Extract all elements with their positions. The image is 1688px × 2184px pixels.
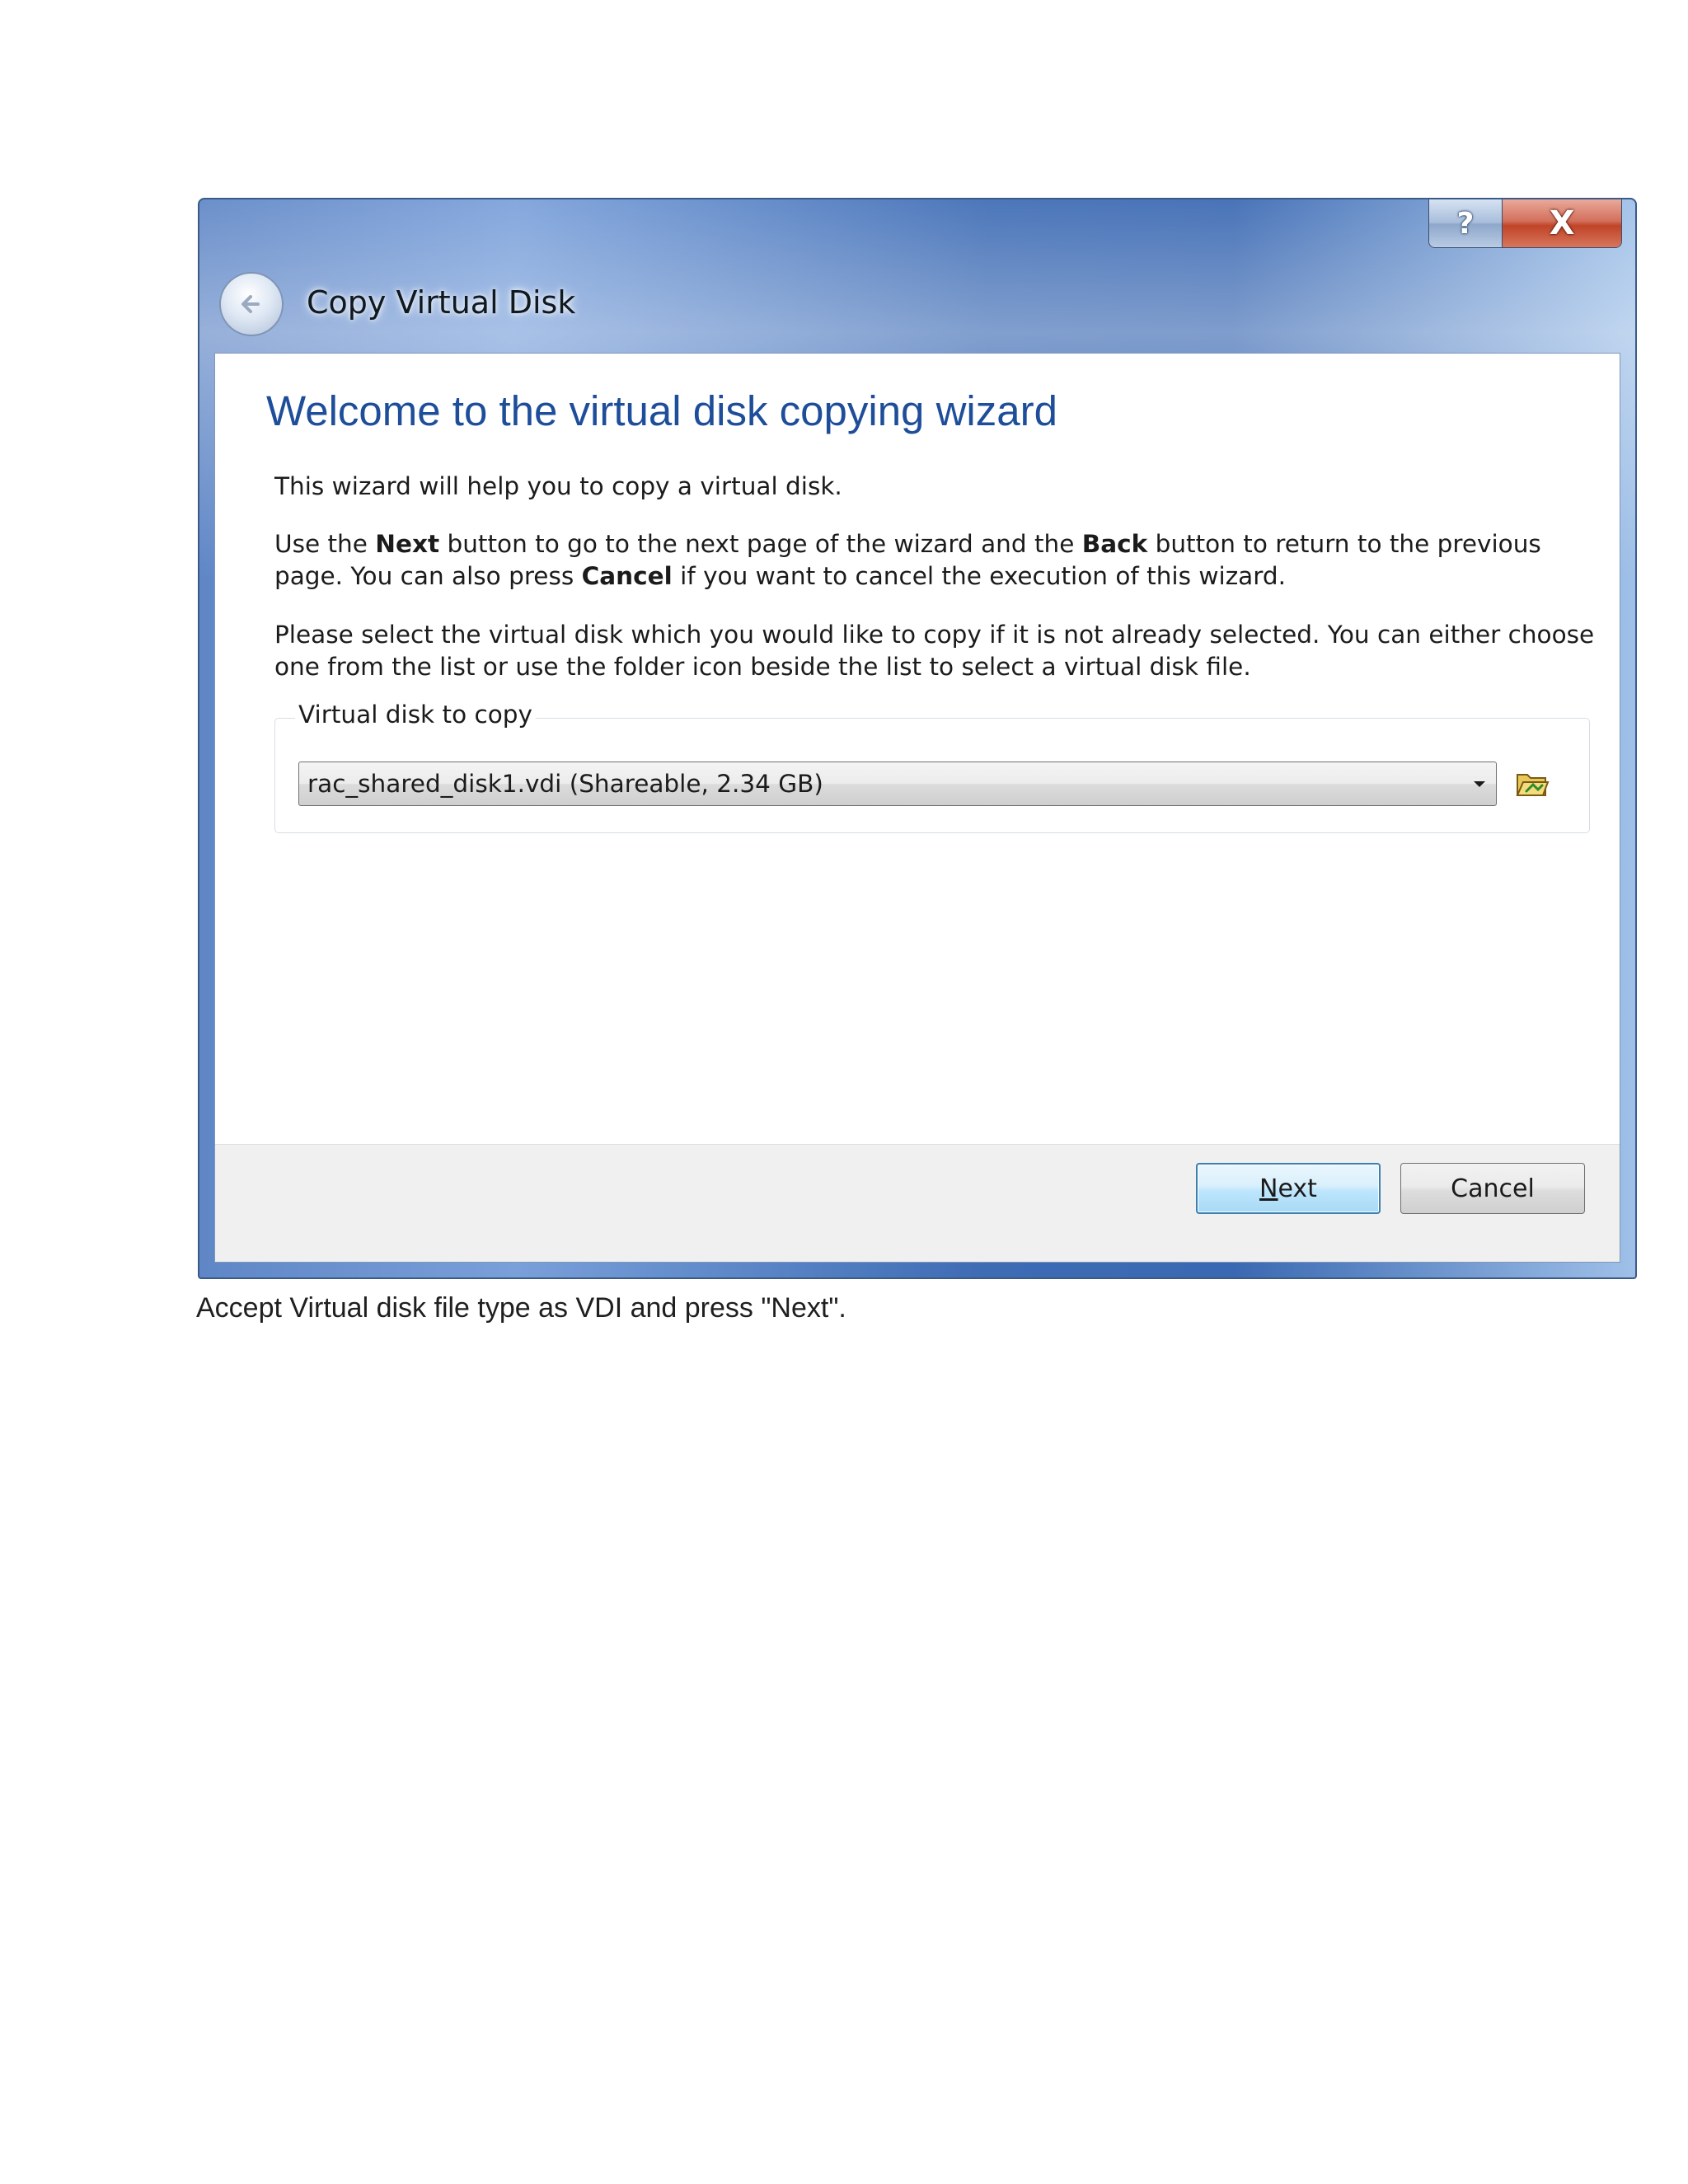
intro-text: This wizard will help you to copy a virt… (274, 472, 842, 500)
window-title: Copy Virtual Disk (307, 284, 576, 321)
back-arrow-icon (241, 295, 260, 313)
folder-open-icon (1516, 774, 1550, 796)
button-bar: Next Cancel (215, 1144, 1620, 1262)
next-button[interactable]: Next (1196, 1163, 1381, 1214)
navigation-help-text: Use the Next button to go to the next pa… (274, 530, 1541, 590)
help-icon: ? (1456, 206, 1475, 241)
choose-disk-file-button[interactable] (1513, 766, 1551, 801)
selected-disk-value: rac_shared_disk1.vdi (Shareable, 2.34 GB… (307, 770, 823, 798)
next-button-label: Next (1259, 1174, 1317, 1203)
chevron-down-icon[interactable] (1463, 779, 1496, 789)
caption-buttons: ? X (1428, 199, 1622, 248)
wizard-page: Welcome to the virtual disk copying wiza… (214, 353, 1620, 1263)
back-button[interactable] (219, 272, 284, 336)
virtual-disk-group: Virtual disk to copy rac_shared_disk1.vd… (274, 701, 1590, 833)
close-button[interactable]: X (1503, 199, 1621, 247)
document-caption: Accept Virtual disk file type as VDI and… (196, 1292, 846, 1324)
selection-help-text: Please select the virtual disk which you… (274, 621, 1595, 681)
cancel-button[interactable]: Cancel (1400, 1163, 1585, 1214)
group-label: Virtual disk to copy (295, 701, 536, 729)
help-button[interactable]: ? (1429, 199, 1503, 247)
dialog-window: ? X Copy Virtual Disk Welcome to the vir… (198, 198, 1637, 1279)
close-icon: X (1549, 204, 1575, 242)
virtual-disk-select[interactable]: rac_shared_disk1.vdi (Shareable, 2.34 GB… (298, 762, 1497, 806)
page-title: Welcome to the virtual disk copying wiza… (266, 387, 1057, 434)
